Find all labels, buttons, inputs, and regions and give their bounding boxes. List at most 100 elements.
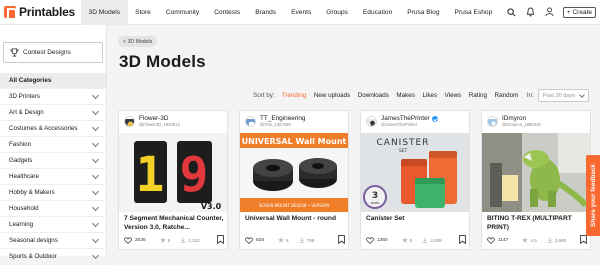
bookmark-icon[interactable] [217, 235, 224, 245]
sort-random[interactable]: Random [495, 92, 519, 99]
nav-education[interactable]: Education [355, 0, 399, 25]
sort-downloads[interactable]: Downloads [358, 92, 389, 99]
category-item[interactable]: Seasonal designs [0, 233, 106, 249]
card-title[interactable]: Canister Set [366, 215, 466, 224]
rating-stat: 6 [278, 237, 289, 243]
version-label: V3.0 [201, 202, 222, 211]
card-author[interactable]: IDmyron @IDmyron_1590416 [482, 111, 590, 132]
card-author[interactable]: Flower-3D @Flower3D_1945812 [119, 111, 227, 132]
like-button[interactable]: 1147 [487, 236, 509, 244]
chevron-down-icon [91, 187, 100, 195]
avatar [124, 116, 135, 127]
likes-count: 1147 [498, 237, 509, 243]
like-button[interactable]: 1360 [366, 236, 388, 244]
feedback-label: Share your feedback [589, 164, 597, 227]
sizes-count: 3 [372, 191, 378, 201]
printables-logo[interactable]: Printables [4, 5, 75, 19]
nav-prusa-blog[interactable]: Prusa Blog [400, 0, 447, 25]
page-title: 3D Models [119, 52, 206, 71]
category-item[interactable]: Healthcare [0, 169, 106, 185]
category-item[interactable]: Hobby & Makers [0, 185, 106, 201]
star-icon [522, 237, 529, 243]
category-list: All Categories 3D Printers Art & Design … [0, 73, 106, 265]
author-handle: @JamesThePrinter [381, 122, 418, 128]
card-stats: 1147 4.9 2,680 [487, 235, 587, 245]
card-author[interactable]: JamesThePrinter @JamesThePrinter [361, 111, 469, 132]
nav-brands[interactable]: Brands [248, 0, 284, 25]
period-placeholder: Past 30 days [542, 92, 576, 99]
bookmark-icon[interactable] [338, 235, 345, 245]
search-icon[interactable] [505, 5, 519, 19]
breadcrumb[interactable]: < 3D Models [118, 36, 158, 47]
nav-community[interactable]: Community [158, 0, 206, 25]
user-icon[interactable] [543, 5, 557, 19]
star-icon [401, 237, 408, 243]
chevron-down-icon [91, 155, 100, 163]
category-item[interactable]: Learning [0, 217, 106, 233]
heart-icon [366, 236, 374, 244]
category-item[interactable]: Costumes & Accessories [0, 121, 106, 137]
model-thumbnail[interactable]: UNIVERSAL Wall Mount SCREW MOUNT DESIGN … [240, 133, 348, 212]
period-select[interactable]: Past 30 days [537, 89, 589, 102]
mount-banner: UNIVERSAL Wall Mount [242, 137, 347, 146]
category-item[interactable]: Household [0, 201, 106, 217]
card-stats: 828 6 799 [245, 235, 345, 245]
heart-icon [124, 236, 132, 244]
share-feedback-tab[interactable]: Share your feedback [586, 155, 600, 236]
bookmark-icon[interactable] [580, 235, 587, 245]
chevron-down-icon [91, 139, 100, 147]
nav-store[interactable]: Store [128, 0, 159, 25]
like-button[interactable]: 2036 [124, 236, 146, 244]
download-icon [547, 237, 553, 243]
category-item[interactable]: Gadgets [0, 153, 106, 169]
verified-badge-icon [431, 115, 438, 122]
star-icon [278, 237, 284, 243]
model-card[interactable]: Flower-3D @Flower3D_1945812 1 9 V3.0 7 S… [118, 110, 228, 250]
model-thumbnail[interactable]: CANISTER SET 3 sizes [361, 133, 469, 212]
mount-subtitle: SCREW MOUNT DESIGN • VERSION [259, 203, 329, 208]
card-author[interactable]: TT_Engineering @Tom_1367080 [240, 111, 348, 132]
downloads-stat: 2,333 [180, 237, 200, 243]
star-icon [159, 237, 166, 243]
contest-designs-button[interactable]: Contest Designs [3, 42, 103, 63]
nav-prusa-eshop[interactable]: Prusa Eshop [447, 0, 500, 25]
sort-new-uploads[interactable]: New uploads [314, 92, 350, 99]
bookmark-icon[interactable] [459, 235, 466, 245]
likes-count: 2036 [135, 237, 146, 243]
sort-makes[interactable]: Makes [396, 92, 415, 99]
model-thumbnail[interactable]: 1 9 V3.0 [119, 133, 227, 212]
model-card[interactable]: IDmyron @IDmyron_1590416 BITING T-REX (M… [481, 110, 591, 250]
card-title[interactable]: BITING T-REX (MULTIPART PRINT) [487, 215, 587, 232]
nav-contests[interactable]: Contests [207, 0, 248, 25]
card-title[interactable]: 7 Segment Mechanical Counter, Version 3.… [124, 215, 224, 232]
sort-bar: Sort by: Trending New uploads Downloads … [253, 89, 589, 102]
sort-views[interactable]: Views [445, 92, 462, 99]
counter-digit: 1 [136, 147, 165, 203]
card-title[interactable]: Universal Wall Mount - round [245, 215, 345, 224]
top-navigation-bar: Printables 3D Models Store Community Con… [0, 0, 600, 25]
category-item[interactable]: Sports & Outdoor [0, 249, 106, 265]
like-button[interactable]: 828 [245, 236, 264, 244]
model-card[interactable]: TT_Engineering @Tom_1367080 UNIVERSAL Wa… [239, 110, 349, 250]
category-item[interactable]: Art & Design [0, 105, 106, 121]
model-thumbnail[interactable] [482, 133, 590, 212]
category-all[interactable]: All Categories [0, 73, 106, 89]
chevron-down-icon [91, 203, 100, 211]
nav-groups[interactable]: Groups [319, 0, 356, 25]
category-item[interactable]: Fashion [0, 137, 106, 153]
downloads-stat: 2,680 [547, 237, 566, 243]
category-item[interactable]: 3D Printers [0, 89, 106, 105]
create-button[interactable]: + Create [562, 6, 596, 18]
nav-3d-models[interactable]: 3D Models [81, 0, 128, 25]
canister-set: SET [399, 148, 408, 154]
sort-rating[interactable]: Rating [469, 92, 487, 99]
nav-events[interactable]: Events [284, 0, 319, 25]
likes-count: 1360 [377, 237, 388, 243]
sort-trending[interactable]: Trending [282, 92, 307, 99]
chevron-down-icon [91, 91, 100, 99]
model-card[interactable]: JamesThePrinter @JamesThePrinter CANISTE… [360, 110, 470, 250]
author-handle: @IDmyron_1590416 [502, 122, 541, 128]
chevron-down-icon [91, 171, 100, 179]
sort-likes[interactable]: Likes [422, 92, 437, 99]
bell-icon[interactable] [524, 5, 538, 19]
